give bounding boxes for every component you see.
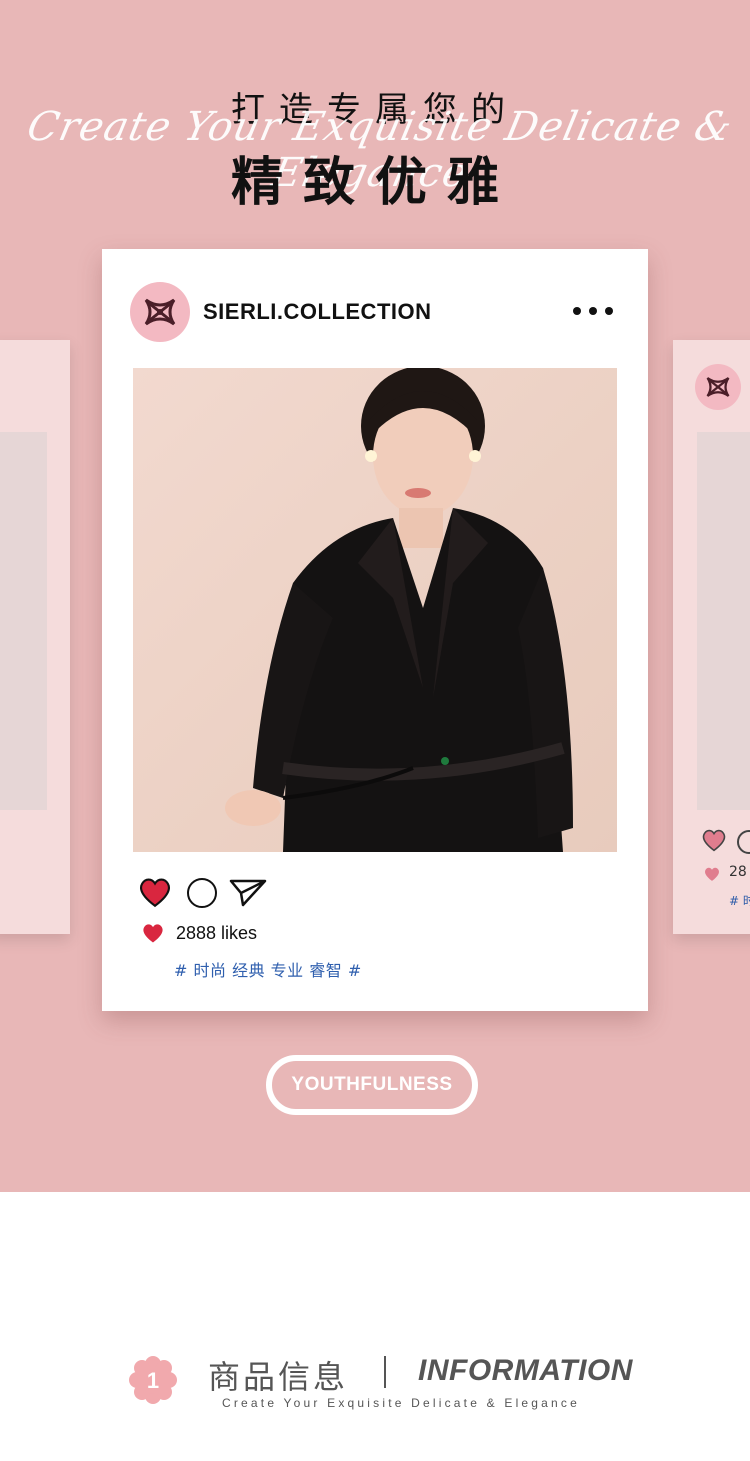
- more-options-icon[interactable]: [573, 299, 613, 323]
- side-card-left-photo: [0, 432, 47, 810]
- hero-section: 打造专属您的 Create Your Exquisite Delicate & …: [0, 0, 750, 1192]
- title-line-2: 精致优雅: [230, 153, 519, 213]
- side-card-right-photo: [697, 432, 750, 810]
- heart-icon: [143, 924, 163, 943]
- info-subtitle: Create Your Exquisite Delicate & Eleganc…: [222, 1396, 581, 1410]
- logo-icon: [144, 298, 176, 326]
- heart-icon: [705, 867, 719, 881]
- heart-icon: [702, 829, 726, 852]
- youthfulness-badge[interactable]: YOUTHFULNESS: [266, 1055, 478, 1115]
- comment-icon: [737, 830, 750, 854]
- info-title-en: INFORMATION: [418, 1354, 633, 1387]
- likes-count: 2888 likes: [176, 923, 258, 943]
- side-tags-text: # 时: [729, 894, 750, 908]
- post-tags[interactable]: # 时尚 经典 专业 睿智 #: [174, 957, 362, 981]
- info-number: 1: [147, 1368, 159, 1393]
- avatar[interactable]: [130, 282, 190, 342]
- side-card-left: [0, 340, 70, 934]
- send-icon[interactable]: [229, 877, 267, 907]
- post-card: SIERLI.COLLECTION 2888 likes # 时尚 经典 专业 …: [102, 249, 648, 1011]
- side-likes-text: 28: [729, 864, 747, 880]
- flower-badge-icon: 1: [129, 1356, 177, 1404]
- heart-icon[interactable]: [138, 876, 172, 908]
- account-name[interactable]: SIERLI.COLLECTION: [203, 299, 432, 325]
- logo-icon: [695, 364, 741, 410]
- comment-icon[interactable]: [187, 878, 217, 908]
- info-divider: [384, 1356, 386, 1388]
- side-card-right: 28 # 时: [673, 340, 750, 934]
- post-photo: [133, 368, 617, 852]
- info-title-cn: 商品信息: [208, 1358, 349, 1396]
